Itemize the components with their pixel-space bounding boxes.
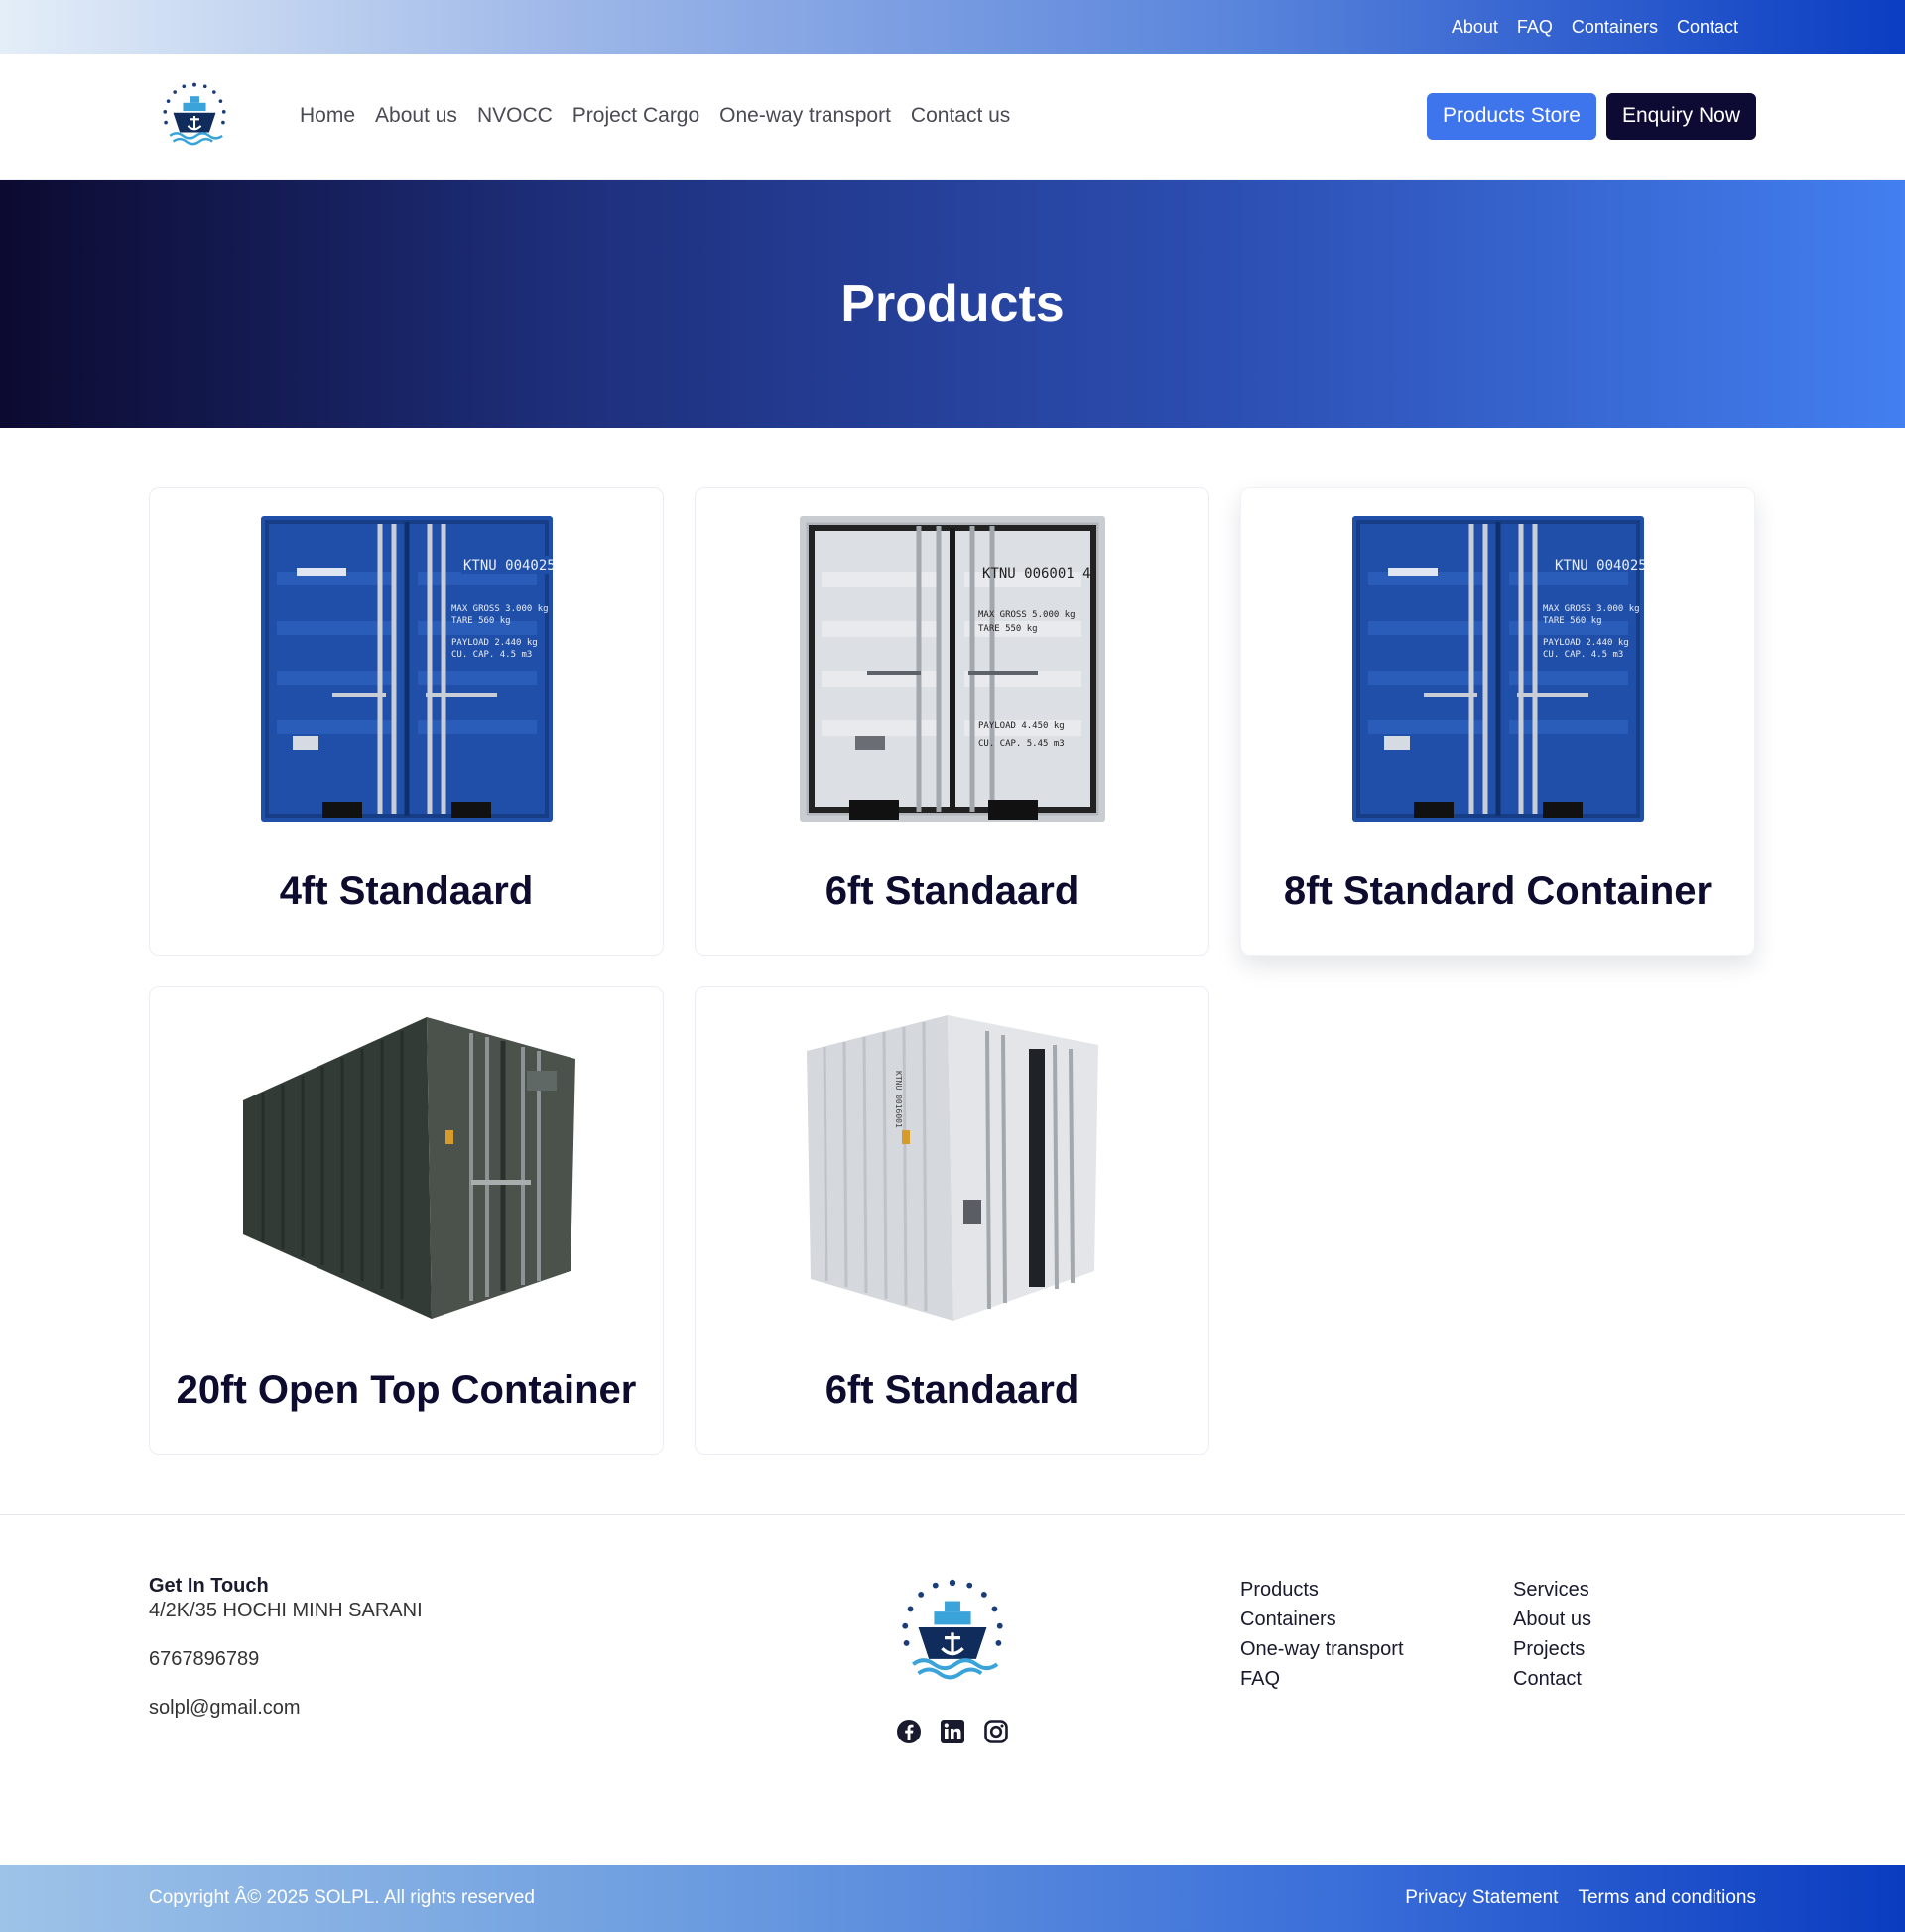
- svg-text:CU. CAP. 4.5 m3: CU. CAP. 4.5 m3: [451, 650, 532, 660]
- terms-and-conditions-link[interactable]: Terms and conditions: [1578, 1887, 1756, 1909]
- site-footer: Get In Touch 4/2K/35 HOCHI MINH SARANI 6…: [0, 1514, 1905, 1812]
- copyright-bar: Copyright Â© 2025 SOLPL. All rights rese…: [0, 1865, 1905, 1932]
- nav-project-cargo[interactable]: Project Cargo: [572, 104, 699, 128]
- product-title: 6ft Standaard: [825, 869, 1080, 913]
- product-card[interactable]: KTNU 004025 5 MAX GROSS 3.000 kg TARE 560…: [149, 487, 664, 956]
- svg-text:CU. CAP. 4.5 m3: CU. CAP. 4.5 m3: [1543, 650, 1623, 660]
- product-title: 20ft Open Top Container: [176, 1368, 637, 1412]
- products-store-button[interactable]: Products Store: [1427, 92, 1596, 140]
- svg-text:KTNU 0016001: KTNU 0016001: [894, 1071, 903, 1128]
- svg-text:PAYLOAD 2.440 kg: PAYLOAD 2.440 kg: [451, 638, 538, 648]
- footer-link-projects[interactable]: Projects: [1513, 1634, 1591, 1664]
- enquiry-now-button[interactable]: Enquiry Now: [1605, 92, 1756, 140]
- svg-text:PAYLOAD 2.440 kg: PAYLOAD 2.440 kg: [1543, 638, 1629, 648]
- footer-link-products[interactable]: Products: [1240, 1575, 1404, 1605]
- nav-contact-us[interactable]: Contact us: [911, 104, 1010, 128]
- copyright-text: Copyright Â© 2025 SOLPL. All rights rese…: [149, 1887, 535, 1908]
- top-utility-bar: About FAQ Containers Contact: [0, 0, 1905, 54]
- product-card[interactable]: KTNU 004025 5 MAX GROSS 3.000 kg TARE 560…: [1240, 487, 1755, 956]
- footer-link-faq[interactable]: FAQ: [1240, 1664, 1404, 1694]
- product-image: KTNU 0016001: [715, 1011, 1189, 1329]
- product-card[interactable]: KTNU 006001 4 MAX GROSS 5.000 kg TARE 550…: [695, 487, 1209, 956]
- ship-anchor-logo-icon[interactable]: [149, 78, 240, 154]
- nav-about-us[interactable]: About us: [375, 104, 457, 128]
- product-card[interactable]: 20ft Open Top Container: [149, 986, 664, 1455]
- site-header: Home About us NVOCC Project Cargo One-wa…: [0, 54, 1905, 180]
- svg-text:KTNU 006001 4: KTNU 006001 4: [982, 566, 1091, 581]
- footer-link-services[interactable]: Services: [1513, 1575, 1591, 1605]
- topbar-link-about[interactable]: About: [1452, 17, 1498, 38]
- svg-text:PAYLOAD 4.450 kg: PAYLOAD 4.450 kg: [978, 721, 1065, 731]
- svg-text:MAX GROSS 3.000 kg: MAX GROSS 3.000 kg: [1543, 604, 1640, 614]
- footer-link-one-way-transport[interactable]: One-way transport: [1240, 1634, 1404, 1664]
- main-navigation: Home About us NVOCC Project Cargo One-wa…: [300, 104, 1030, 128]
- topbar-link-containers[interactable]: Containers: [1572, 17, 1658, 38]
- footer-phone[interactable]: 6767896789: [149, 1648, 423, 1671]
- facebook-icon[interactable]: [896, 1719, 922, 1744]
- privacy-statement-link[interactable]: Privacy Statement: [1405, 1887, 1558, 1909]
- nav-one-way-transport[interactable]: One-way transport: [719, 104, 891, 128]
- footer-links-column-1: Products Containers One-way transport FA…: [1240, 1575, 1404, 1694]
- topbar-link-contact[interactable]: Contact: [1677, 17, 1738, 38]
- svg-text:TARE 560 kg: TARE 560 kg: [451, 616, 511, 626]
- nav-nvocc[interactable]: NVOCC: [477, 104, 553, 128]
- svg-text:MAX GROSS 5.000 kg: MAX GROSS 5.000 kg: [978, 610, 1076, 620]
- product-image: KTNU 004025 5 MAX GROSS 3.000 kg TARE 560…: [1261, 512, 1734, 830]
- svg-text:TARE 560 kg: TARE 560 kg: [1543, 616, 1602, 626]
- product-title: 4ft Standaard: [279, 869, 534, 913]
- svg-text:KTNU 004025 5: KTNU 004025 5: [1555, 558, 1652, 574]
- svg-text:KTNU 004025 5: KTNU 004025 5: [463, 558, 561, 574]
- footer-email[interactable]: solpl@gmail.com: [149, 1697, 423, 1720]
- product-image: KTNU 004025 5 MAX GROSS 3.000 kg TARE 560…: [170, 512, 643, 830]
- page-hero-banner: Products: [0, 180, 1905, 428]
- header-actions: Products Store Enquiry Now: [1427, 92, 1756, 140]
- footer-contact: Get In Touch 4/2K/35 HOCHI MINH SARANI 6…: [149, 1575, 423, 1720]
- svg-text:MAX GROSS 3.000 kg: MAX GROSS 3.000 kg: [451, 604, 549, 614]
- instagram-icon[interactable]: [983, 1719, 1009, 1744]
- page-title: Products: [840, 275, 1065, 332]
- product-image: [170, 1011, 643, 1329]
- topbar-link-faq[interactable]: FAQ: [1517, 17, 1553, 38]
- nav-home[interactable]: Home: [300, 104, 355, 128]
- ship-anchor-logo-icon[interactable]: [883, 1575, 1022, 1701]
- products-grid: KTNU 004025 5 MAX GROSS 3.000 kg TARE 560…: [0, 428, 1905, 1455]
- product-card[interactable]: KTNU 0016001 6ft Standaard: [695, 986, 1209, 1455]
- footer-link-about-us[interactable]: About us: [1513, 1605, 1591, 1634]
- product-title: 6ft Standaard: [825, 1368, 1080, 1412]
- footer-get-in-touch-heading: Get In Touch: [149, 1575, 269, 1597]
- footer-address: 4/2K/35 HOCHI MINH SARANI: [149, 1600, 423, 1621]
- product-image: KTNU 006001 4 MAX GROSS 5.000 kg TARE 550…: [715, 512, 1189, 830]
- footer-brand: [883, 1575, 1022, 1744]
- footer-link-containers[interactable]: Containers: [1240, 1605, 1404, 1634]
- footer-links-column-2: Services About us Projects Contact: [1513, 1575, 1591, 1694]
- svg-text:CU. CAP. 5.45 m3: CU. CAP. 5.45 m3: [978, 739, 1065, 749]
- footer-link-contact[interactable]: Contact: [1513, 1664, 1591, 1694]
- svg-text:TARE 550 kg: TARE 550 kg: [978, 624, 1038, 634]
- social-links: [883, 1719, 1022, 1744]
- legal-links: Privacy Statement Terms and conditions: [1405, 1887, 1756, 1909]
- linkedin-icon[interactable]: [940, 1719, 965, 1744]
- product-title: 8ft Standard Container: [1283, 869, 1713, 913]
